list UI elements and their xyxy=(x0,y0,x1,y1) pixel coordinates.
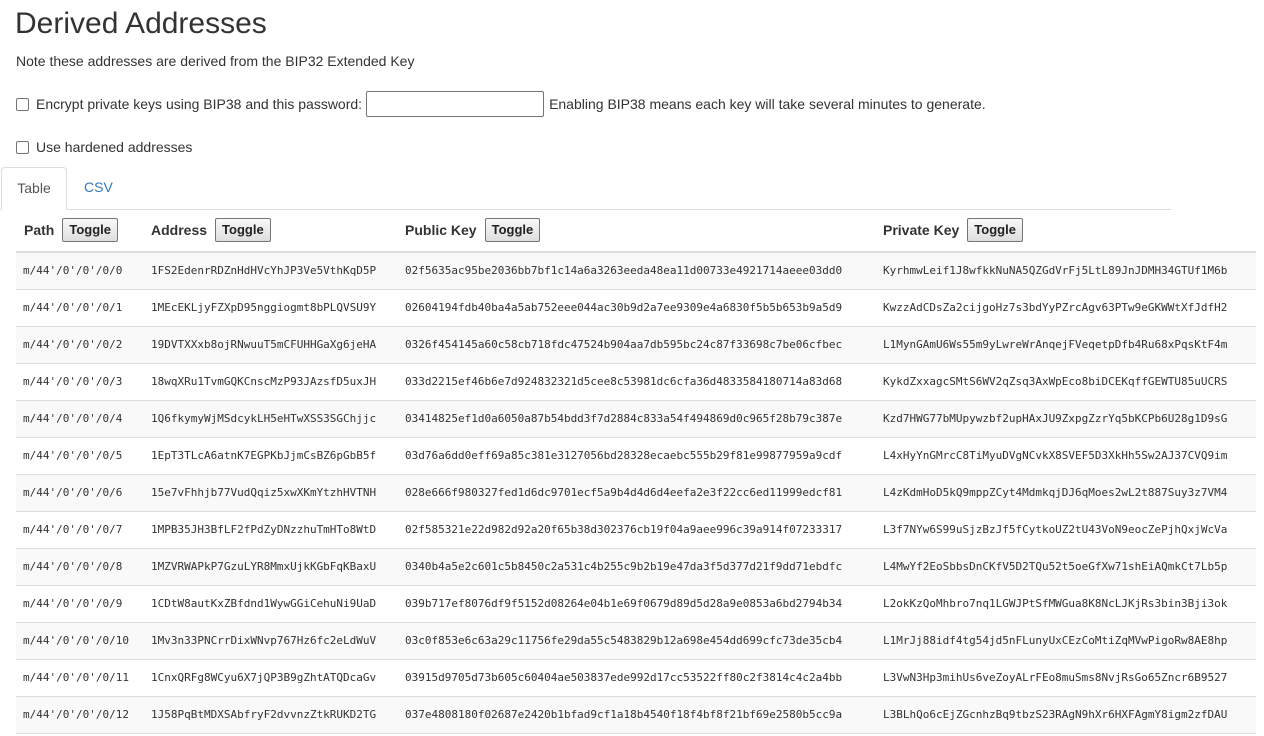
bip38-label: Encrypt private keys using BIP38 and thi… xyxy=(36,96,363,112)
private-key-cell: L4xHyYnGMrcC8TiMyuDVgNCvkX8SVEF5D3XkHh5S… xyxy=(883,449,1228,462)
public-key-cell: 02f585321e22d982d92a20f65b38d302376cb19f… xyxy=(405,523,843,536)
bip38-checkbox[interactable] xyxy=(16,97,29,111)
private-key-cell: L2okKzQoMhbro7nq1LGWJPtSfMWGua8K8NcLJKjR… xyxy=(883,597,1228,610)
tab-csv[interactable]: CSV xyxy=(84,167,113,209)
path-cell: m/44'/0'/0'/0/3 xyxy=(23,375,123,388)
address-cell: 1MEcEKLjyFZXpD95nggiogmt8bPLQVSU9Y xyxy=(151,301,377,314)
address-cell: 1J58PqBtMDXSAbfryF2dvvnzZtkRUKD2TG xyxy=(151,708,377,721)
toggle-path-button[interactable]: Toggle xyxy=(62,218,118,242)
table-row: m/44'/0'/0'/0/2 19DVTXXxb8ojRNwuuT5mCFUH… xyxy=(16,327,1256,364)
derivation-note: Note these addresses are derived from th… xyxy=(16,53,415,69)
table-row: m/44'/0'/0'/0/0 1FS2EdenrRDZnHdHVcYhJP3V… xyxy=(16,253,1256,290)
table-row: m/44'/0'/0'/0/1 1MEcEKLjyFZXpD95nggiogmt… xyxy=(16,290,1256,327)
path-cell: m/44'/0'/0'/0/1 xyxy=(23,301,123,314)
output-tabs: Table CSV xyxy=(0,167,1171,210)
toggle-private-key-button[interactable]: Toggle xyxy=(967,218,1023,242)
bip38-hint: Enabling BIP38 means each key will take … xyxy=(549,96,986,112)
hardened-checkbox[interactable] xyxy=(16,140,29,154)
hardened-option: Use hardened addresses xyxy=(16,138,192,156)
private-key-cell: L3BLhQo6cEjZGcnhzBq9tbzS23RAgN9hXr6HXFAg… xyxy=(883,708,1228,721)
table-row: m/44'/0'/0'/0/12 1J58PqBtMDXSAbfryF2dvvn… xyxy=(16,697,1256,734)
public-key-cell: 03c0f853e6c63a29c11756fe29da55c5483829b1… xyxy=(405,634,843,647)
tab-table[interactable]: Table xyxy=(1,167,67,210)
path-cell: m/44'/0'/0'/0/6 xyxy=(23,486,123,499)
table-row: m/44'/0'/0'/0/11 1CnxQRFg8WCyu6X7jQP3B9g… xyxy=(16,660,1256,697)
private-key-cell: L4zKdmHoD5kQ9mppZCyt4MdmkqjDJ6qMoes2wL2t… xyxy=(883,486,1228,499)
path-cell: m/44'/0'/0'/0/9 xyxy=(23,597,123,610)
public-key-cell: 028e666f980327fed1d6dc9701ecf5a9b4d4d6d4… xyxy=(405,486,843,499)
address-cell: 1Mv3n33PNCrrDixWNvp767Hz6fc2eLdWuV xyxy=(151,634,377,647)
public-key-header-label: Public Key xyxy=(405,222,477,238)
table-row: m/44'/0'/0'/0/4 1Q6fkymyWjMSdcykLH5eHTwX… xyxy=(16,401,1256,438)
table-row: m/44'/0'/0'/0/3 18wqXRu1TvmGQKCnscMzP93J… xyxy=(16,364,1256,401)
private-key-cell: L4MwYf2EoSbbsDnCKfV5D2TQu52t5oeGfXw71shE… xyxy=(883,560,1228,573)
public-key-cell: 02f5635ac95be2036bb7bf1c14a6a3263eeda48e… xyxy=(405,264,843,277)
address-header-label: Address xyxy=(151,222,208,238)
public-key-cell: 03d76a6dd0eff69a85c381e3127056bd28328eca… xyxy=(405,449,843,462)
path-cell: m/44'/0'/0'/0/10 xyxy=(23,634,129,647)
path-cell: m/44'/0'/0'/0/2 xyxy=(23,338,123,351)
table-row: m/44'/0'/0'/0/8 1MZVRWAPkP7GzuLYR8MmxUjk… xyxy=(16,549,1256,586)
path-cell: m/44'/0'/0'/0/4 xyxy=(23,412,123,425)
address-cell: 1CnxQRFg8WCyu6X7jQP3B9gZhtATQDcaGv xyxy=(151,671,377,684)
public-key-cell: 0340b4a5e2c601c5b8450c2a531c4b255c9b2b19… xyxy=(405,560,843,573)
address-cell: 15e7vFhhjb77VudQqiz5xwXKmYtzhHVTNH xyxy=(151,486,377,499)
table-row: m/44'/0'/0'/0/6 15e7vFhhjb77VudQqiz5xwXK… xyxy=(16,475,1256,512)
path-cell: m/44'/0'/0'/0/0 xyxy=(23,264,123,277)
public-key-cell: 037e4808180f02687e2420b1bfad9cf1a18b4540… xyxy=(405,708,843,721)
table-row: m/44'/0'/0'/0/7 1MPB35JH3BfLF2fPdZyDNzzh… xyxy=(16,512,1256,549)
table-row: m/44'/0'/0'/0/10 1Mv3n33PNCrrDixWNvp767H… xyxy=(16,623,1256,660)
column-header-path: Path Toggle xyxy=(24,209,118,251)
table-row: m/44'/0'/0'/0/9 1CDtW8autKxZBfdnd1WywGGi… xyxy=(16,586,1256,623)
toggle-address-button[interactable]: Toggle xyxy=(215,218,271,242)
address-cell: 1MPB35JH3BfLF2fPdZyDNzzhuTmHTo8WtD xyxy=(151,523,377,536)
address-cell: 19DVTXXxb8ojRNwuuT5mCFUHHGaXg6jeHA xyxy=(151,338,377,351)
bip38-option: Encrypt private keys using BIP38 and thi… xyxy=(16,91,986,117)
address-cell: 1FS2EdenrRDZnHdHVcYhJP3Ve5VthKqD5P xyxy=(151,264,377,277)
public-key-cell: 039b717ef8076df9f5152d08264e04b1e69f0679… xyxy=(405,597,843,610)
address-cell: 1CDtW8autKxZBfdnd1WywGGiCehuNi9UaD xyxy=(151,597,377,610)
path-cell: m/44'/0'/0'/0/11 xyxy=(23,671,129,684)
path-cell: m/44'/0'/0'/0/7 xyxy=(23,523,123,536)
private-key-cell: KykdZxxagcSMtS6WV2qZsq3AxWpEco8biDCEKqff… xyxy=(883,375,1228,388)
address-cell: 1EpT3TLcA6atnK7EGPKbJjmCsBZ6pGbB5f xyxy=(151,449,377,462)
path-cell: m/44'/0'/0'/0/5 xyxy=(23,449,123,462)
addresses-table-header: Path Toggle Address Toggle Public Key To… xyxy=(16,209,1256,253)
public-key-cell: 03414825ef1d0a6050a87b54bdd3f7d2884c833a… xyxy=(405,412,843,425)
private-key-cell: L1MynGAmU6Ws55m9yLwreWrAnqejFVeqetpDfb4R… xyxy=(883,338,1228,351)
private-key-cell: Kzd7HWG77bMUpywzbf2upHAxJU9ZxpgZzrYq5bKC… xyxy=(883,412,1228,425)
private-key-cell: L3f7NYw6S99uSjzBzJf5fCytkoUZ2tU43VoN9eoc… xyxy=(883,523,1228,536)
path-cell: m/44'/0'/0'/0/8 xyxy=(23,560,123,573)
public-key-cell: 02604194fdb40ba4a5ab752eee044ac30b9d2a7e… xyxy=(405,301,843,314)
address-cell: 1MZVRWAPkP7GzuLYR8MmxUjkKGbFqKBaxU xyxy=(151,560,377,573)
private-key-cell: KwzzAdCDsZa2cijgoHz7s3bdYyPZrcAgv63PTw9e… xyxy=(883,301,1228,314)
column-header-address: Address Toggle xyxy=(151,209,271,251)
path-cell: m/44'/0'/0'/0/12 xyxy=(23,708,129,721)
private-key-cell: KyrhmwLeif1J8wfkkNuNA5QZGdVrFj5LtL89JnJD… xyxy=(883,264,1228,277)
address-cell: 1Q6fkymyWjMSdcykLH5eHTwXSS3SGChjjc xyxy=(151,412,377,425)
public-key-cell: 03915d9705d73b605c60404ae503837ede992d17… xyxy=(405,671,843,684)
private-key-cell: L3VwN3Hp3mihUs6veZoyALrFEo8muSms8NvjRsGo… xyxy=(883,671,1228,684)
column-header-private-key: Private Key Toggle xyxy=(883,209,1023,251)
addresses-table-body: m/44'/0'/0'/0/0 1FS2EdenrRDZnHdHVcYhJP3V… xyxy=(16,253,1256,734)
path-header-label: Path xyxy=(24,222,55,238)
column-header-public-key: Public Key Toggle xyxy=(405,209,541,251)
private-key-cell: L1MrJj88idf4tg54jd5nFLunyUxCEzCoMtiZqMVw… xyxy=(883,634,1228,647)
page-title: Derived Addresses xyxy=(15,7,267,40)
public-key-cell: 0326f454145a60c58cb718fdc47524b904aa7db5… xyxy=(405,338,843,351)
private-key-header-label: Private Key xyxy=(883,222,960,238)
public-key-cell: 033d2215ef46b6e7d924832321d5cee8c53981dc… xyxy=(405,375,843,388)
bip38-password-input[interactable] xyxy=(366,91,545,117)
address-cell: 18wqXRu1TvmGQKCnscMzP93JAzsfD5uxJH xyxy=(151,375,377,388)
hardened-label: Use hardened addresses xyxy=(36,139,193,155)
table-row: m/44'/0'/0'/0/5 1EpT3TLcA6atnK7EGPKbJjmC… xyxy=(16,438,1256,475)
toggle-public-key-button[interactable]: Toggle xyxy=(484,218,541,242)
